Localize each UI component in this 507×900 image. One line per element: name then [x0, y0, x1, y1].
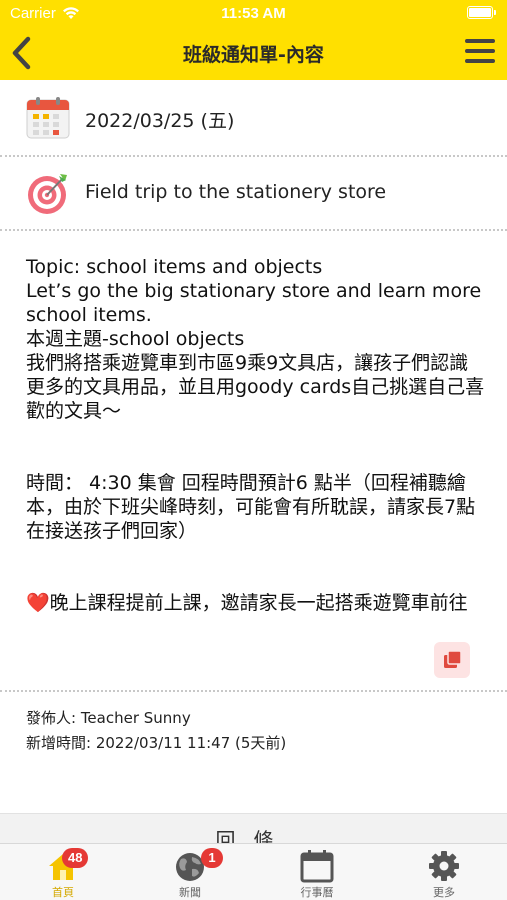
- tab-calendar[interactable]: 行事曆: [254, 844, 380, 900]
- gear-icon: [429, 851, 459, 881]
- tab-news-label: 新聞: [179, 886, 201, 899]
- target-icon: [28, 174, 67, 214]
- battery-icon: [467, 6, 496, 19]
- tab-more[interactable]: 更多: [381, 844, 507, 900]
- created-time-label: 新增時間: 2022/03/11 11:47 (5天前): [26, 734, 287, 752]
- divider: [0, 690, 507, 692]
- news-badge: 1: [201, 848, 223, 868]
- status-bar: Carrier 11:53 AM: [0, 0, 507, 28]
- home-badge: 48: [62, 848, 89, 868]
- divider: [0, 229, 507, 231]
- page-title: 班級通知單-內容: [183, 44, 324, 66]
- calendar-icon: [300, 850, 334, 883]
- tab-home[interactable]: 48 首頁: [0, 844, 126, 900]
- menu-button[interactable]: [465, 39, 495, 65]
- tab-more-label: 更多: [433, 886, 455, 899]
- notice-date-row: 2022/03/25 (五): [0, 80, 507, 156]
- reply-button[interactable]: 回條: [0, 813, 507, 852]
- hamburger-menu-icon: [465, 39, 495, 63]
- notice-body: Topic: school items and objects Let’s go…: [26, 256, 485, 614]
- copy-icon: [444, 650, 462, 668]
- tab-bar: 48 首頁 1 新聞 行事曆 更多: [0, 843, 507, 900]
- notice-date: 2022/03/25 (五): [85, 110, 235, 132]
- top-header: Carrier 11:53 AM 班級通知單-內容: [0, 0, 507, 80]
- publisher-label: 發佈人: Teacher Sunny: [26, 709, 191, 727]
- tab-calendar-label: 行事曆: [300, 886, 334, 899]
- calendar-icon: [26, 97, 70, 139]
- status-time: 11:53 AM: [221, 5, 286, 22]
- notice-title: Field trip to the stationery store: [85, 181, 387, 203]
- notice-title-row: Field trip to the stationery store: [0, 156, 507, 230]
- copy-button[interactable]: [434, 642, 470, 678]
- tab-home-label: 首頁: [52, 886, 74, 899]
- tab-news[interactable]: 1 新聞: [127, 844, 253, 900]
